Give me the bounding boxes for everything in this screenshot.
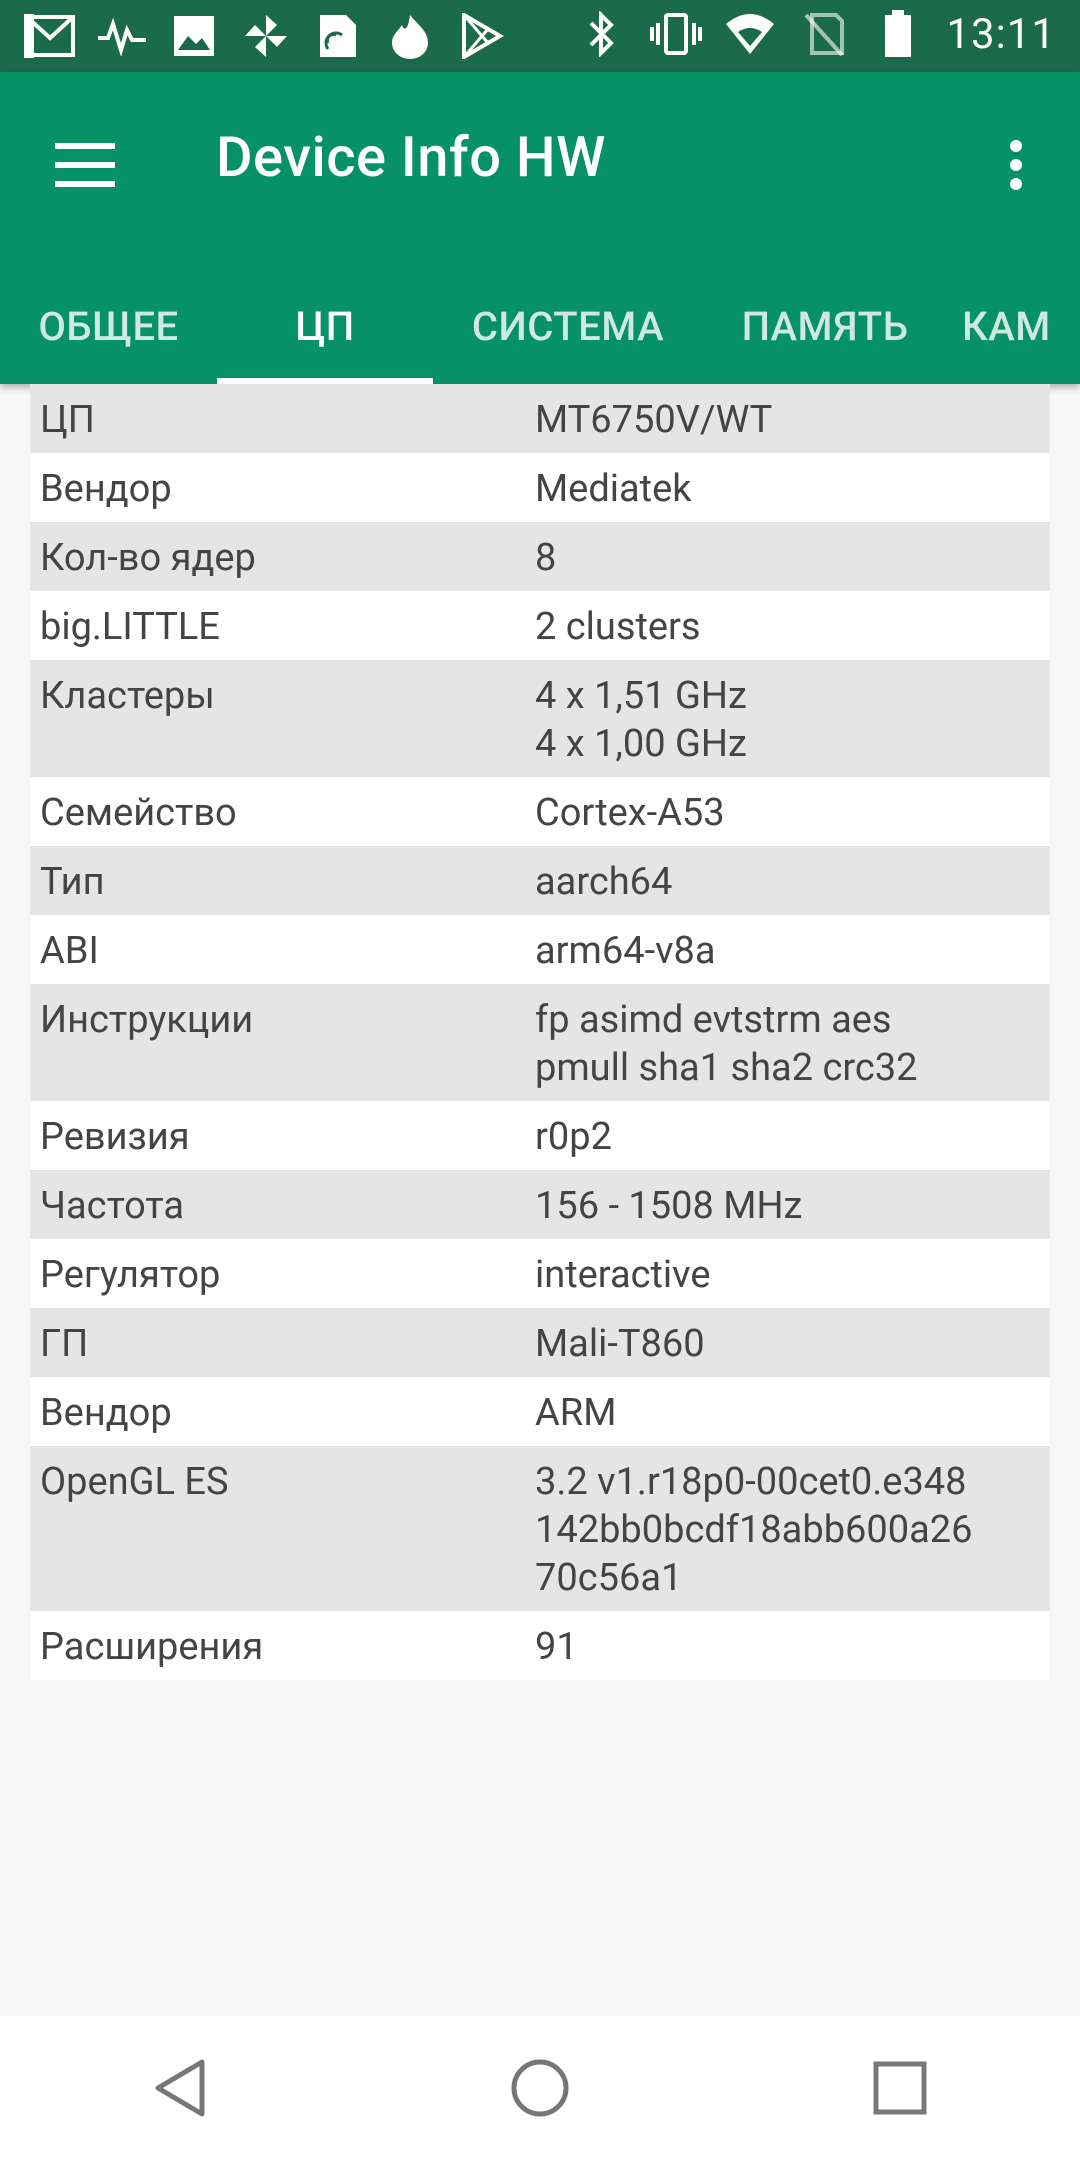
recents-square-icon [873, 2061, 927, 2115]
table-row: Кол-во ядер 8 [30, 522, 1050, 591]
system-icons: 13:11 [576, 8, 1056, 60]
no-signal-icon [798, 8, 850, 60]
table-row: Семейство Cortex-A53 [30, 777, 1050, 846]
table-row: Тип aarch64 [30, 846, 1050, 915]
row-value: aarch64 [535, 860, 673, 904]
home-button[interactable] [480, 2028, 600, 2148]
row-key: Тип [40, 860, 105, 904]
notification-icons [24, 10, 508, 62]
row-value: MT6750V/WT [535, 398, 773, 442]
row-key: Расширения [40, 1625, 264, 1669]
row-key: OpenGL ES [40, 1460, 229, 1504]
table-row: Ревизия r0p2 [30, 1101, 1050, 1170]
app-bar: Device Info HW ОБЩЕЕ ЦП СИСТЕМА ПАМЯТЬ К… [0, 72, 1080, 384]
row-value: Mediatek [535, 467, 692, 511]
battery-icon [872, 8, 924, 60]
row-key: Регулятор [40, 1253, 221, 1297]
table-row: ABI arm64-v8a [30, 915, 1050, 984]
row-key: Инструкции [40, 998, 254, 1042]
table-row: Вендор Mediatek [30, 453, 1050, 522]
bluetooth-icon [576, 8, 628, 60]
row-value: Cortex-A53 [535, 791, 725, 835]
tab-system[interactable]: СИСТЕМА [433, 268, 703, 384]
recents-button[interactable] [840, 2028, 960, 2148]
row-value: ARM [535, 1391, 617, 1435]
row-value: interactive [535, 1253, 711, 1297]
more-options-button[interactable] [976, 120, 1056, 210]
play-store-icon [456, 10, 508, 62]
tab-strip: ОБЩЕЕ ЦП СИСТЕМА ПАМЯТЬ КАМ [0, 268, 1080, 384]
row-value: fp asimd evtstrm aes pmull sha1 sha2 crc… [535, 998, 918, 1090]
table-row: Регулятор interactive [30, 1239, 1050, 1308]
row-key: ЦП [40, 398, 95, 442]
tab-general[interactable]: ОБЩЕЕ [0, 268, 217, 384]
menu-button[interactable] [40, 120, 130, 210]
row-value: arm64-v8a [535, 929, 716, 973]
more-vert-icon [1010, 140, 1022, 190]
navigation-bar [0, 2016, 1080, 2160]
pinwheel-icon [240, 10, 292, 62]
status-bar: 13:11 [0, 0, 1080, 72]
table-row: Кластеры 4 x 1,51 GHz 4 x 1,00 GHz [30, 660, 1050, 777]
row-value: 156 - 1508 MHz [535, 1184, 803, 1228]
back-button[interactable] [120, 2028, 240, 2148]
row-key: ABI [40, 929, 99, 973]
table-row: Вендор ARM [30, 1377, 1050, 1446]
row-value: Mali-T860 [535, 1322, 705, 1366]
row-key: Семейство [40, 791, 237, 835]
fire-icon [384, 10, 436, 62]
tab-cpu[interactable]: ЦП [217, 268, 433, 384]
row-value: 3.2 v1.r18p0-00cet0.e348 142bb0bcdf18abb… [535, 1460, 973, 1600]
table-row: OpenGL ES 3.2 v1.r18p0-00cet0.e348 142bb0… [30, 1446, 1050, 1611]
row-value: 2 clusters [535, 605, 701, 649]
row-key: Вендор [40, 467, 172, 511]
row-value: 4 x 1,51 GHz 4 x 1,00 GHz [535, 674, 747, 766]
table-row: Инструкции fp asimd evtstrm aes pmull sha… [30, 984, 1050, 1101]
gmail-icon [24, 10, 76, 62]
row-value: r0p2 [535, 1115, 612, 1159]
vibrate-icon [650, 8, 703, 60]
row-value: 91 [535, 1625, 578, 1669]
table-row: ЦП MT6750V/WT [30, 384, 1050, 453]
tab-camera[interactable]: КАМ [962, 268, 1080, 384]
clock: 13:11 [946, 9, 1056, 59]
row-key: Частота [40, 1184, 184, 1228]
image-icon [168, 10, 220, 62]
table-row: ГП Mali-T860 [30, 1308, 1050, 1377]
row-value: 8 [535, 536, 557, 580]
back-triangle-icon [155, 2059, 205, 2117]
home-circle-icon [511, 2059, 569, 2117]
row-key: big.LITTLE [40, 605, 220, 649]
table-row: Расширения 91 [30, 1611, 1050, 1680]
hamburger-menu-icon [55, 143, 115, 187]
row-key: Ревизия [40, 1115, 190, 1159]
row-key: ГП [40, 1322, 89, 1366]
pulse-icon [96, 10, 148, 62]
table-row: big.LITTLE 2 clusters [30, 591, 1050, 660]
cpu-info-table: ЦП MT6750V/WT Вендор Mediatek Кол-во ядер 8… [30, 384, 1050, 1680]
row-key: Кластеры [40, 674, 215, 718]
wifi-icon [724, 8, 776, 60]
sim-card-icon [312, 10, 364, 62]
tab-memory[interactable]: ПАМЯТЬ [703, 268, 947, 384]
row-key: Кол-во ядер [40, 536, 256, 580]
table-row: Частота 156 - 1508 MHz [30, 1170, 1050, 1239]
app-title: Device Info HW [216, 124, 606, 190]
row-key: Вендор [40, 1391, 172, 1435]
